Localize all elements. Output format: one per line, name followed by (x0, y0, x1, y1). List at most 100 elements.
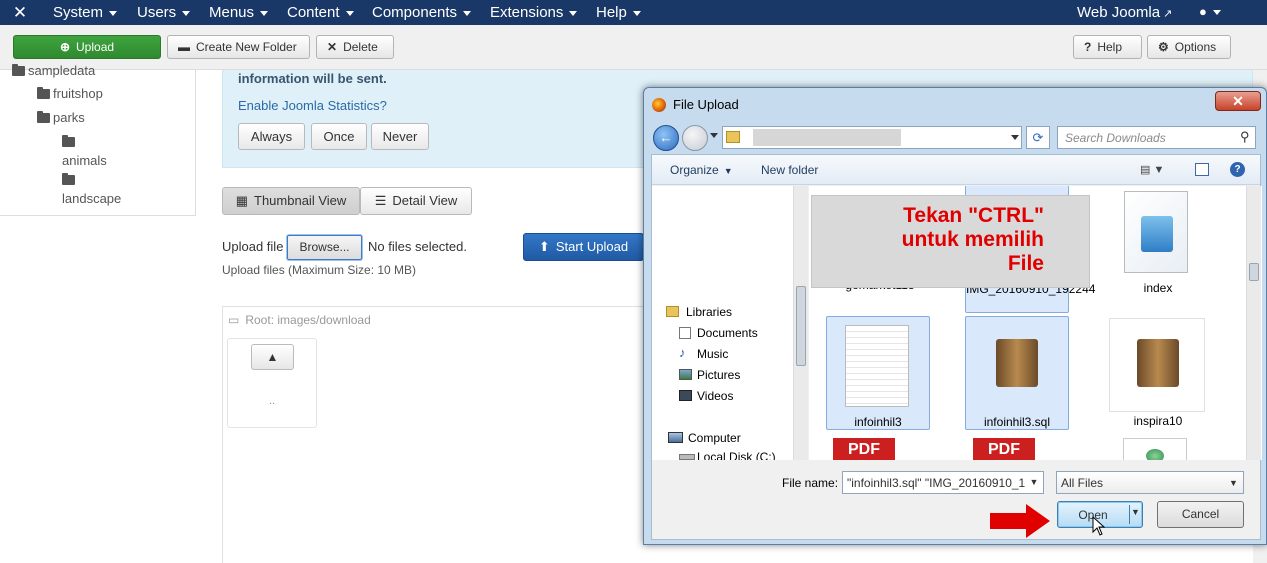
search-placeholder: Search Downloads (1065, 131, 1166, 145)
folder-icon (12, 64, 25, 76)
file-list-scroll-thumb[interactable] (1249, 263, 1259, 281)
tree-item-label: parks (53, 110, 85, 125)
close-button[interactable]: ✕ (1215, 91, 1261, 111)
file-item-partial[interactable] (1123, 438, 1187, 460)
cancel-button[interactable]: Cancel (1157, 501, 1244, 528)
file-item-inspira10[interactable]: inspira10 (1106, 316, 1210, 430)
once-button[interactable]: Once (311, 123, 367, 150)
preview-pane-icon[interactable] (1195, 163, 1209, 176)
nav-item-pictures[interactable]: Pictures (697, 368, 740, 382)
forward-button[interactable] (682, 125, 708, 151)
menu-extensions[interactable]: Extensions (490, 4, 578, 21)
tree-item-sampledata[interactable]: sampledata (12, 63, 95, 78)
nav-pane-scrollbar[interactable] (793, 186, 808, 460)
history-dropdown-icon[interactable] (710, 133, 718, 138)
organize-button[interactable]: Organize ▼ (670, 163, 733, 177)
file-name-input[interactable]: "infoinhil3.sql" "IMG_20160910_19... ▼ (842, 471, 1044, 494)
user-menu[interactable]: ● (1199, 4, 1221, 19)
document-icon (845, 325, 909, 407)
folder-icon (37, 111, 50, 123)
detail-view-button[interactable]: ☰ Detail View (360, 187, 472, 215)
max-size-text: Upload files (Maximum Size: 10 MB) (222, 263, 417, 277)
file-name: infoinhil3.sql (983, 415, 1051, 429)
file-type-value: All Files (1061, 476, 1104, 490)
browser-border (222, 306, 223, 563)
start-upload-button[interactable]: ⬆ Start Upload (523, 233, 644, 261)
tree-item-fruitshop[interactable]: fruitshop (37, 86, 103, 101)
upload-icon: ⬆ (538, 239, 550, 254)
nav-item-computer[interactable]: Computer (688, 431, 741, 445)
joomla-logo-icon[interactable]: ✕ (10, 3, 30, 23)
thumbnail-view-button[interactable]: ▦ Thumbnail View (222, 187, 360, 215)
file-item-pdf-2[interactable]: PDF (965, 436, 1069, 460)
up-folder-tile[interactable]: ▲ .. (227, 338, 317, 428)
documents-icon (679, 327, 691, 339)
site-link[interactable]: Web Joomla ↗ (1077, 4, 1172, 21)
menu-users[interactable]: Users (137, 4, 191, 21)
folder-tree: sampledata fruitshop parks animals lands… (0, 63, 196, 216)
address-path-redacted (753, 129, 901, 146)
view-options-icon[interactable]: ▤ ▼ (1140, 163, 1164, 176)
address-dropdown-icon[interactable] (1011, 135, 1019, 140)
nav-pane-scroll-thumb[interactable] (796, 286, 806, 366)
upload-file-label: Upload file (222, 239, 284, 254)
create-folder-button[interactable]: ▬ Create New Folder (167, 35, 310, 59)
up-folder-label: .. (268, 395, 276, 407)
thumbnail-frame (1109, 318, 1205, 412)
tree-item-label: fruitshop (53, 86, 103, 101)
options-button[interactable]: ⚙ Options (1147, 35, 1231, 59)
menu-content-label: Content (287, 4, 340, 21)
browser-divider (222, 306, 653, 307)
file-name: infoinhil3 (854, 415, 902, 429)
chevron-up-icon[interactable]: ▲ (251, 344, 294, 370)
tree-item-landscape[interactable]: landscape (62, 172, 121, 206)
notepad-icon (1124, 191, 1188, 273)
file-item-infoinhil3-sql[interactable]: infoinhil3.sql (965, 316, 1069, 430)
nav-item-music[interactable]: Music (697, 347, 728, 361)
file-item-pdf-1[interactable]: PDF (828, 436, 932, 460)
nav-item-videos[interactable]: Videos (697, 389, 733, 403)
always-button[interactable]: Always (238, 123, 305, 150)
tree-item-parks[interactable]: parks (37, 110, 85, 125)
menu-components[interactable]: Components (372, 4, 472, 21)
never-button[interactable]: Never (371, 123, 429, 150)
menu-users-label: Users (137, 4, 177, 21)
thumbnail-view-label: Thumbnail View (254, 193, 347, 208)
x-icon: ✕ (327, 40, 338, 54)
file-type-select[interactable]: All Files ▼ (1056, 471, 1244, 494)
help-button[interactable]: ? Help (1073, 35, 1142, 59)
menu-help[interactable]: Help (596, 4, 641, 21)
root-path: ▭ Root: images/download (228, 313, 371, 327)
file-item-index[interactable]: index (1106, 186, 1210, 313)
file-item-infoinhil3[interactable]: infoinhil3 (826, 316, 930, 430)
upload-button[interactable]: ⊕ Upload (13, 35, 161, 59)
browse-button[interactable]: Browse... (287, 235, 362, 260)
menu-system-label: System (53, 4, 104, 21)
refresh-icon[interactable]: ⟳ (1026, 126, 1050, 149)
file-list-scrollbar[interactable] (1246, 186, 1261, 460)
open-dropdown-icon[interactable]: ▼ (1131, 507, 1140, 517)
delete-button[interactable]: ✕ Delete (316, 35, 394, 59)
menu-help-label: Help (596, 4, 627, 21)
address-bar[interactable] (722, 126, 1022, 149)
enable-statistics-link[interactable]: Enable Joomla Statistics? (238, 98, 387, 113)
notepad-glyph (1141, 216, 1173, 252)
back-button[interactable]: ← (653, 125, 679, 151)
menu-menus[interactable]: Menus (209, 4, 269, 21)
tree-item-animals[interactable]: animals (62, 134, 107, 168)
tree-item-label: animals (62, 153, 107, 168)
nav-item-libraries[interactable]: Libraries (686, 305, 732, 319)
search-icon: ⚲ (1240, 129, 1250, 144)
menu-system[interactable]: System (53, 4, 118, 21)
help-icon[interactable]: ? (1230, 162, 1245, 177)
nav-item-documents[interactable]: Documents (697, 326, 758, 340)
search-box[interactable]: Search Downloads ⚲ (1057, 126, 1256, 149)
nav-item-local-disk[interactable]: Local Disk (C:) (697, 450, 776, 460)
new-folder-button[interactable]: New folder (761, 163, 818, 177)
file-name-dropdown-icon[interactable]: ▼ (1025, 472, 1043, 493)
delete-label: Delete (343, 40, 378, 54)
file-list: gomarket118 IMG_20160910_192244 index in… (809, 186, 1262, 460)
toolbar: ⊕ Upload ▬ Create New Folder ✕ Delete ? Help… (0, 25, 1267, 70)
mouse-cursor-icon (1092, 516, 1106, 536)
menu-content[interactable]: Content (287, 4, 354, 21)
